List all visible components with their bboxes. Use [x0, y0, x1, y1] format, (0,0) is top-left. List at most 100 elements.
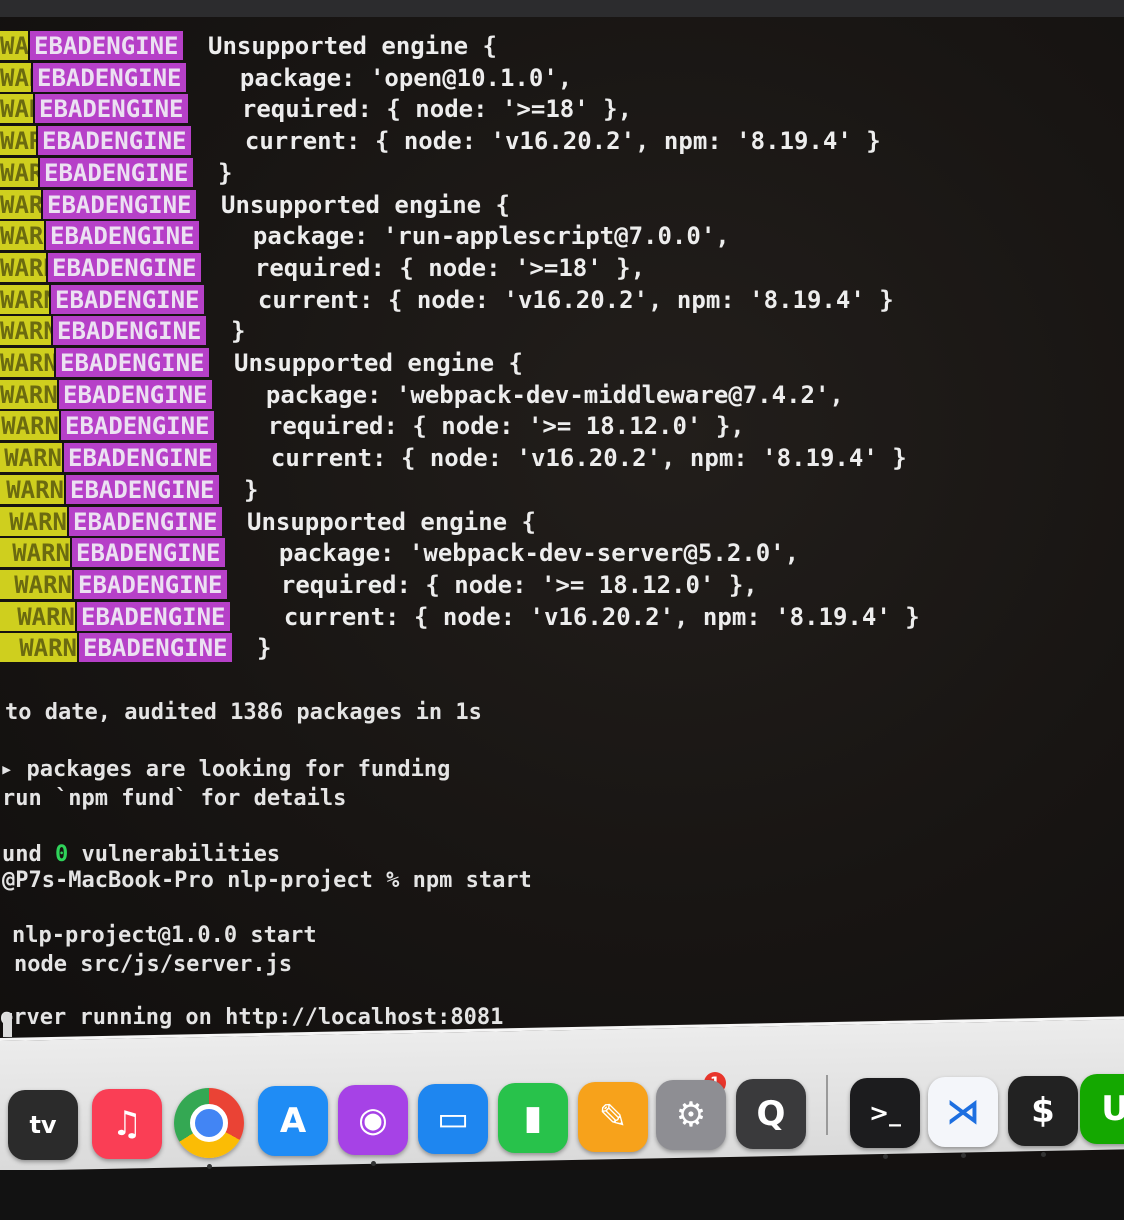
- warn-message: required: { node: '>=18' },: [226, 253, 646, 282]
- warn-line: WARN EBADENGINE package: 'webpack-dev-mid…: [0, 379, 1124, 411]
- warn-message: package: 'run-applescript@7.0.0',: [224, 222, 730, 251]
- warn-label: WARN: [0, 506, 67, 536]
- warn-message: package: 'open@10.1.0',: [211, 63, 573, 92]
- warn-line: WARNEBADENGINE Unsupported engine {: [0, 189, 1124, 221]
- start-command-line: node src/js/server.js: [14, 952, 293, 977]
- warn-message: package: 'webpack-dev-server@5.2.0',: [250, 539, 800, 568]
- ebadengine-code: EBADENGINE: [59, 379, 212, 409]
- ebadengine-code: EBADENGINE: [56, 348, 209, 377]
- warn-label: WARN: [0, 284, 49, 314]
- dock-separator: [826, 1075, 828, 1135]
- warn-label: WARN: [0, 189, 41, 219]
- warn-message: current: { node: 'v16.20.2', npm: '8.19.…: [242, 444, 907, 473]
- ebadengine-code: EBADENGINE: [48, 252, 201, 282]
- warn-message: current: { node: 'v16.20.2', npm: '8.19.…: [229, 285, 894, 314]
- warn-line: WARN EBADENGINE required: { node: '>= 18.…: [0, 411, 1124, 442]
- warn-line: WARNEBADENGINE current: { node: 'v16.20.…: [0, 284, 1124, 316]
- quicktime-player-glyph-icon: Q: [756, 1094, 786, 1135]
- running-indicator: [883, 1154, 888, 1159]
- warn-line: WARNEBADENGINE current: { node: 'v16.20.…: [0, 126, 1124, 157]
- window-top-bar: [0, 0, 1124, 17]
- desk-surface: [0, 1170, 1124, 1220]
- warn-label: WARN: [0, 443, 62, 473]
- warn-label: WARN: [0, 62, 31, 92]
- ebadengine-code: EBADENGINE: [40, 157, 193, 187]
- dock-icon-visual-studio-code[interactable]: ⋊: [928, 1076, 998, 1147]
- ebadengine-code: EBADENGINE: [35, 94, 188, 124]
- upwork-glyph-icon: U: [1101, 1089, 1124, 1130]
- app-store-glyph-icon: A: [279, 1101, 307, 1142]
- vuln-suffix: vulnerabilities: [81, 842, 281, 867]
- warn-label: WARN: [0, 126, 36, 156]
- warn-message: current: { node: 'v16.20.2', npm: '8.19.…: [216, 127, 881, 156]
- dock-icon-terminal[interactable]: >_: [850, 1078, 920, 1148]
- funding-line: ▸ packages are looking for funding: [0, 757, 451, 782]
- terminal-window[interactable]: WARNEBADENGINEUnsupported engine {WARNEB…: [0, 17, 1124, 1057]
- warn-label: WARN: [0, 633, 77, 663]
- pages-glyph-icon: ✎: [598, 1096, 628, 1137]
- dock-icon-keynote[interactable]: ▭: [418, 1084, 488, 1154]
- ebadengine-code: EBADENGINE: [33, 62, 186, 92]
- warn-label: WARN: [0, 411, 59, 441]
- dock-icon-numbers[interactable]: ▮: [498, 1082, 568, 1153]
- warn-label: WARN: [0, 316, 51, 346]
- dock-icon-upwork[interactable]: U: [1080, 1074, 1124, 1145]
- ebadengine-code: EBADENGINE: [46, 221, 199, 251]
- warn-line: WARNEBADENGINE}: [0, 633, 1124, 664]
- dock-icon-system-settings[interactable]: ⚙: [656, 1080, 726, 1151]
- ebadengine-code: EBADENGINE: [51, 284, 204, 314]
- ebadengine-code: EBADENGINE: [38, 126, 191, 156]
- warn-message: }: [218, 158, 233, 187]
- warn-label: WARN: [0, 221, 44, 251]
- warn-line: WARNEBADENGINE package: 'run-applescript…: [0, 221, 1124, 252]
- warn-line: WARNEBADENGINE Unsupported engine {: [0, 506, 1124, 538]
- warn-label: WARN: [0, 569, 72, 599]
- warn-message: current: { node: 'v16.20.2', npm: '8.19.…: [255, 602, 920, 631]
- ebadengine-code: EBADENGINE: [77, 601, 230, 631]
- dock-icon-iterm[interactable]: $: [1008, 1075, 1078, 1146]
- warn-label: WARN: [0, 157, 38, 187]
- funding-text: packages are looking for funding: [26, 757, 451, 782]
- warn-line: WARNEBADENGINE current: { node: 'v16.20.…: [0, 443, 1124, 474]
- warn-message: Unsupported engine {: [234, 349, 523, 377]
- vuln-prefix: und: [2, 842, 42, 867]
- warn-label: WARN: [0, 474, 64, 504]
- dock-icon-chrome[interactable]: [174, 1087, 244, 1158]
- running-indicator: [961, 1152, 966, 1158]
- ebadengine-code: EBADENGINE: [43, 189, 196, 219]
- dock-icon-pages[interactable]: ✎: [578, 1081, 648, 1152]
- shell-prompt-line: @P7s-MacBook-Pro nlp-project % npm start: [2, 868, 532, 893]
- ebadengine-code: EBADENGINE: [74, 569, 227, 599]
- ebadengine-code: EBADENGINE: [61, 411, 214, 441]
- dock-icon-app-store[interactable]: A: [258, 1086, 328, 1157]
- dock-icon-music[interactable]: ♫: [92, 1088, 162, 1159]
- warn-label: WARN: [0, 348, 54, 377]
- warn-message: required: { node: '>= 18.12.0' },: [252, 570, 758, 599]
- warn-label: WARN: [0, 379, 57, 409]
- dock-icon-apple-tv[interactable]: tv: [8, 1090, 78, 1160]
- warn-message: required: { node: '>=18' },: [213, 95, 633, 124]
- warn-message: }: [257, 634, 272, 663]
- warn-line: WARNEBADENGINE Unsupported engine {: [0, 348, 1124, 379]
- warn-line: WARNEBADENGINE current: { node: 'v16.20.…: [0, 601, 1124, 633]
- running-indicator: [371, 1161, 376, 1167]
- warn-line: WARNEBADENGINE}: [0, 157, 1124, 189]
- warn-message: Unsupported engine {: [247, 507, 536, 536]
- ebadengine-code: EBADENGINE: [69, 506, 222, 536]
- chrome-center-icon: [190, 1103, 228, 1142]
- vulnerabilities-line: und 0 vulnerabilities: [2, 841, 280, 869]
- dock-icon-quicktime-player[interactable]: Q: [736, 1079, 806, 1150]
- warn-line: WARNEBADENGINE}: [0, 316, 1124, 347]
- system-settings-glyph-icon: ⚙: [675, 1095, 707, 1136]
- warn-message: required: { node: '>= 18.12.0' },: [239, 412, 745, 441]
- dock-icon-podcasts[interactable]: ◉: [338, 1085, 408, 1156]
- keynote-glyph-icon: ▭: [436, 1099, 470, 1139]
- ebadengine-code: EBADENGINE: [53, 316, 206, 346]
- warn-line: WARNEBADENGINE Unsupported engine {: [0, 31, 1124, 62]
- ebadengine-code: EBADENGINE: [72, 538, 225, 568]
- visual-studio-code-glyph-icon: ⋊: [946, 1091, 980, 1132]
- warn-label: WARN: [0, 601, 75, 631]
- warn-message: package: 'webpack-dev-middleware@7.4.2',: [237, 380, 844, 409]
- warn-line: WARNEBADENGINE required: { node: '>=18' …: [0, 94, 1124, 125]
- start-script-line: nlp-project@1.0.0 start: [12, 923, 317, 948]
